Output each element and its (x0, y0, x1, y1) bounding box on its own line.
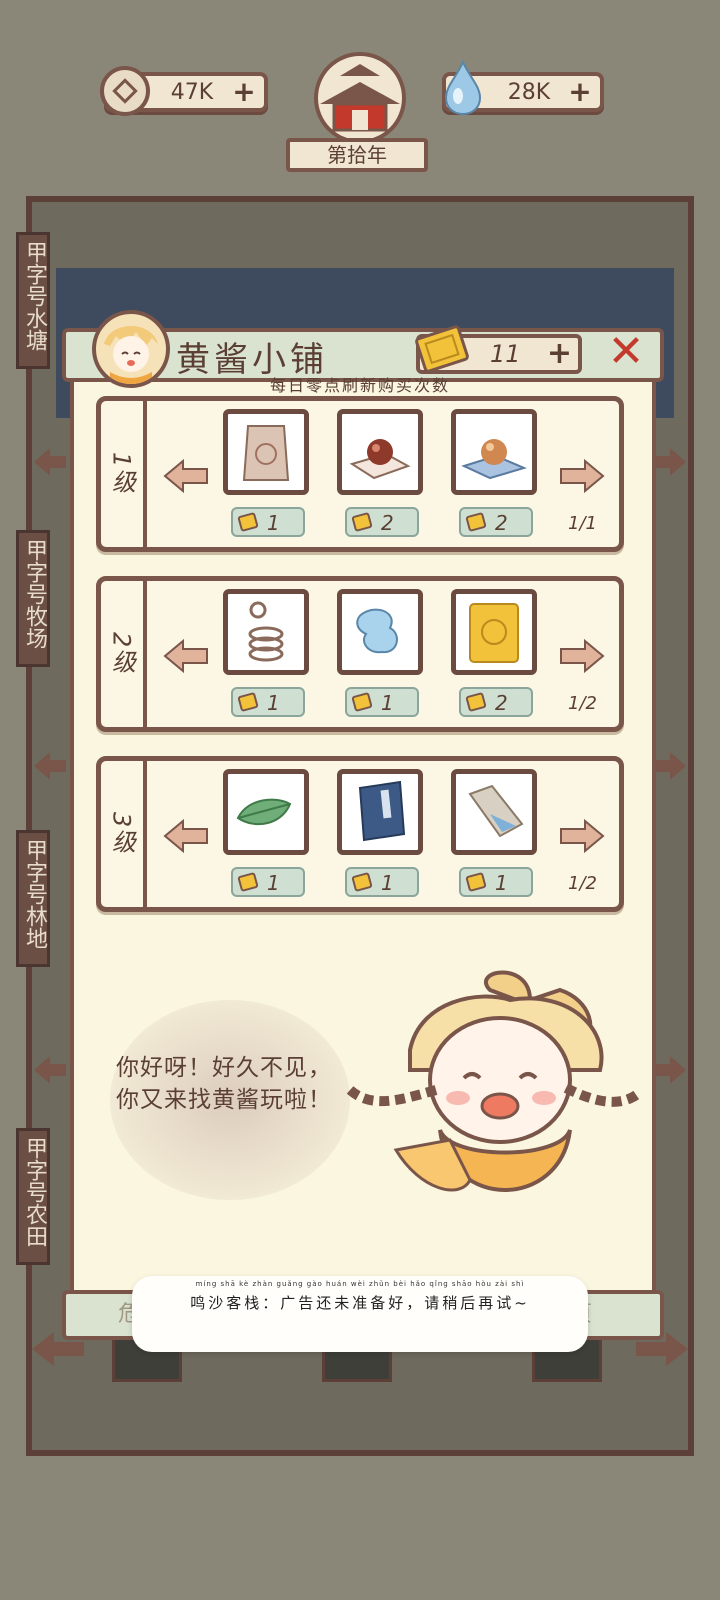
price-tag: 2 (345, 507, 419, 537)
add-gems-button[interactable]: + (566, 78, 594, 106)
shop-item[interactable] (451, 589, 537, 675)
left-arrow-icon[interactable] (163, 639, 209, 673)
sidebar-tab-label: 甲字号水塘 (22, 241, 47, 351)
price-tag: 1 (231, 507, 305, 537)
tier-row: 1级 1 2 2 1/1 (96, 396, 624, 552)
price-value: 2 (495, 511, 508, 535)
ticket-count: 11 (490, 340, 521, 368)
purchase-limit: 1/2 (568, 873, 597, 894)
toast-notification: míng shā kè zhàn guǎng gào huán wèi zhǔn… (132, 1276, 588, 1352)
price-tag: 1 (345, 687, 419, 717)
pavilion-emblem-icon (314, 52, 406, 138)
sidebar-tab-forest[interactable]: 甲字号林地 (16, 830, 50, 967)
price-value: 1 (495, 871, 508, 895)
sidebar-tab-label: 甲字号林地 (22, 839, 47, 949)
ticket-icon (351, 692, 373, 712)
coin-counter: 47K + (100, 66, 268, 116)
tier-row: 3级 1 1 1 1/2 (96, 756, 624, 912)
ticket-icon (465, 872, 487, 892)
left-arrow-icon[interactable] (30, 1050, 70, 1090)
ticket-icon (237, 692, 259, 712)
add-tickets-button[interactable]: + (547, 338, 572, 370)
right-arrow-icon[interactable] (559, 459, 605, 493)
right-arrow-icon[interactable] (559, 819, 605, 853)
price-value: 1 (267, 691, 280, 715)
ticket-icon (351, 872, 373, 892)
golden-ticket-icon (415, 325, 469, 373)
sidebar-tab-pasture[interactable]: 甲字号牧场 (16, 530, 50, 667)
orange-pearl-icon (461, 439, 527, 480)
price-tag: 1 (231, 867, 305, 897)
coin-value: 47K (170, 80, 214, 105)
right-arrow-icon[interactable] (559, 639, 605, 673)
right-arrow-icon[interactable] (650, 442, 690, 482)
shop-item[interactable] (337, 769, 423, 855)
ticket-icon (465, 512, 487, 532)
tier-label-box: 3级 (101, 761, 147, 907)
shop-item[interactable] (337, 589, 423, 675)
price-tag: 2 (459, 507, 533, 537)
price-tag: 1 (459, 867, 533, 897)
ticket-icon (351, 512, 373, 532)
tier-label: 3级 (107, 812, 136, 856)
shop-item[interactable] (451, 769, 537, 855)
blue-spirit-icon (356, 608, 398, 654)
year-label: 第拾年 (286, 138, 428, 172)
right-arrow-icon[interactable] (650, 746, 690, 786)
price-tag: 1 (231, 687, 305, 717)
red-pill-icon (349, 439, 411, 480)
refresh-notice: 每日零点刷新购买次数 (269, 376, 450, 395)
tier-label: 1级 (107, 452, 136, 496)
blue-book-icon (358, 780, 406, 842)
left-arrow-icon[interactable] (163, 459, 209, 493)
price-value: 1 (267, 871, 280, 895)
price-tag: 2 (459, 687, 533, 717)
purchase-limit: 1/2 (568, 693, 597, 714)
left-arrow-icon[interactable] (30, 746, 70, 786)
tier-label-box: 2级 (101, 581, 147, 727)
shopkeeper-mascot-icon (344, 970, 644, 1192)
right-arrow-icon[interactable] (650, 1050, 690, 1090)
tier-label: 2级 (107, 632, 136, 676)
price-value: 1 (381, 691, 394, 715)
tier-label-box: 1级 (101, 401, 147, 547)
add-coins-button[interactable]: + (230, 78, 258, 106)
left-arrow-icon[interactable] (163, 819, 209, 853)
shop-item[interactable] (451, 409, 537, 495)
dialogue-text: 你好呀！好久不见，你又来找黄酱玩啦！ (116, 1055, 332, 1113)
stone-tablet-icon (468, 784, 524, 838)
price-tag: 1 (345, 867, 419, 897)
gem-counter: 28K + (442, 60, 604, 116)
sidebar-tab-pond[interactable]: 甲字号水塘 (16, 232, 50, 369)
toast-pinyin: míng shā kè zhàn guǎng gào huán wèi zhǔn… (195, 1280, 525, 1288)
close-button[interactable]: ✕ (604, 330, 648, 374)
purchase-limit: 1/1 (568, 513, 597, 534)
ticket-icon (237, 872, 259, 892)
water-drop-icon (444, 60, 482, 116)
shop-item[interactable] (337, 409, 423, 495)
ticket-icon (237, 512, 259, 532)
sidebar-tab-label: 甲字号牧场 (22, 539, 47, 649)
price-value: 2 (495, 691, 508, 715)
sidebar-tab-farmland[interactable]: 甲字号农田 (16, 1128, 50, 1265)
golden-talisman-icon (469, 603, 519, 663)
tier-row: 2级 1 1 2 1/2 (96, 576, 624, 732)
ticket-icon (465, 692, 487, 712)
sidebar-tab-label: 甲字号农田 (22, 1137, 47, 1247)
rope-coil-icon (248, 601, 284, 662)
shop-item[interactable] (223, 769, 309, 855)
shop-item[interactable] (223, 589, 309, 675)
price-value: 1 (267, 511, 280, 535)
price-value: 2 (381, 511, 394, 535)
price-value: 1 (381, 871, 394, 895)
coin-icon (100, 66, 150, 116)
green-leaf-icon (236, 798, 292, 826)
paper-bag-icon (242, 425, 290, 481)
shop-item[interactable] (223, 409, 309, 495)
toast-message: 鸣沙客栈：广告还未准备好，请稍后再试~ (190, 1294, 530, 1312)
gem-value: 28K (507, 80, 551, 105)
left-arrow-icon[interactable] (30, 442, 70, 482)
